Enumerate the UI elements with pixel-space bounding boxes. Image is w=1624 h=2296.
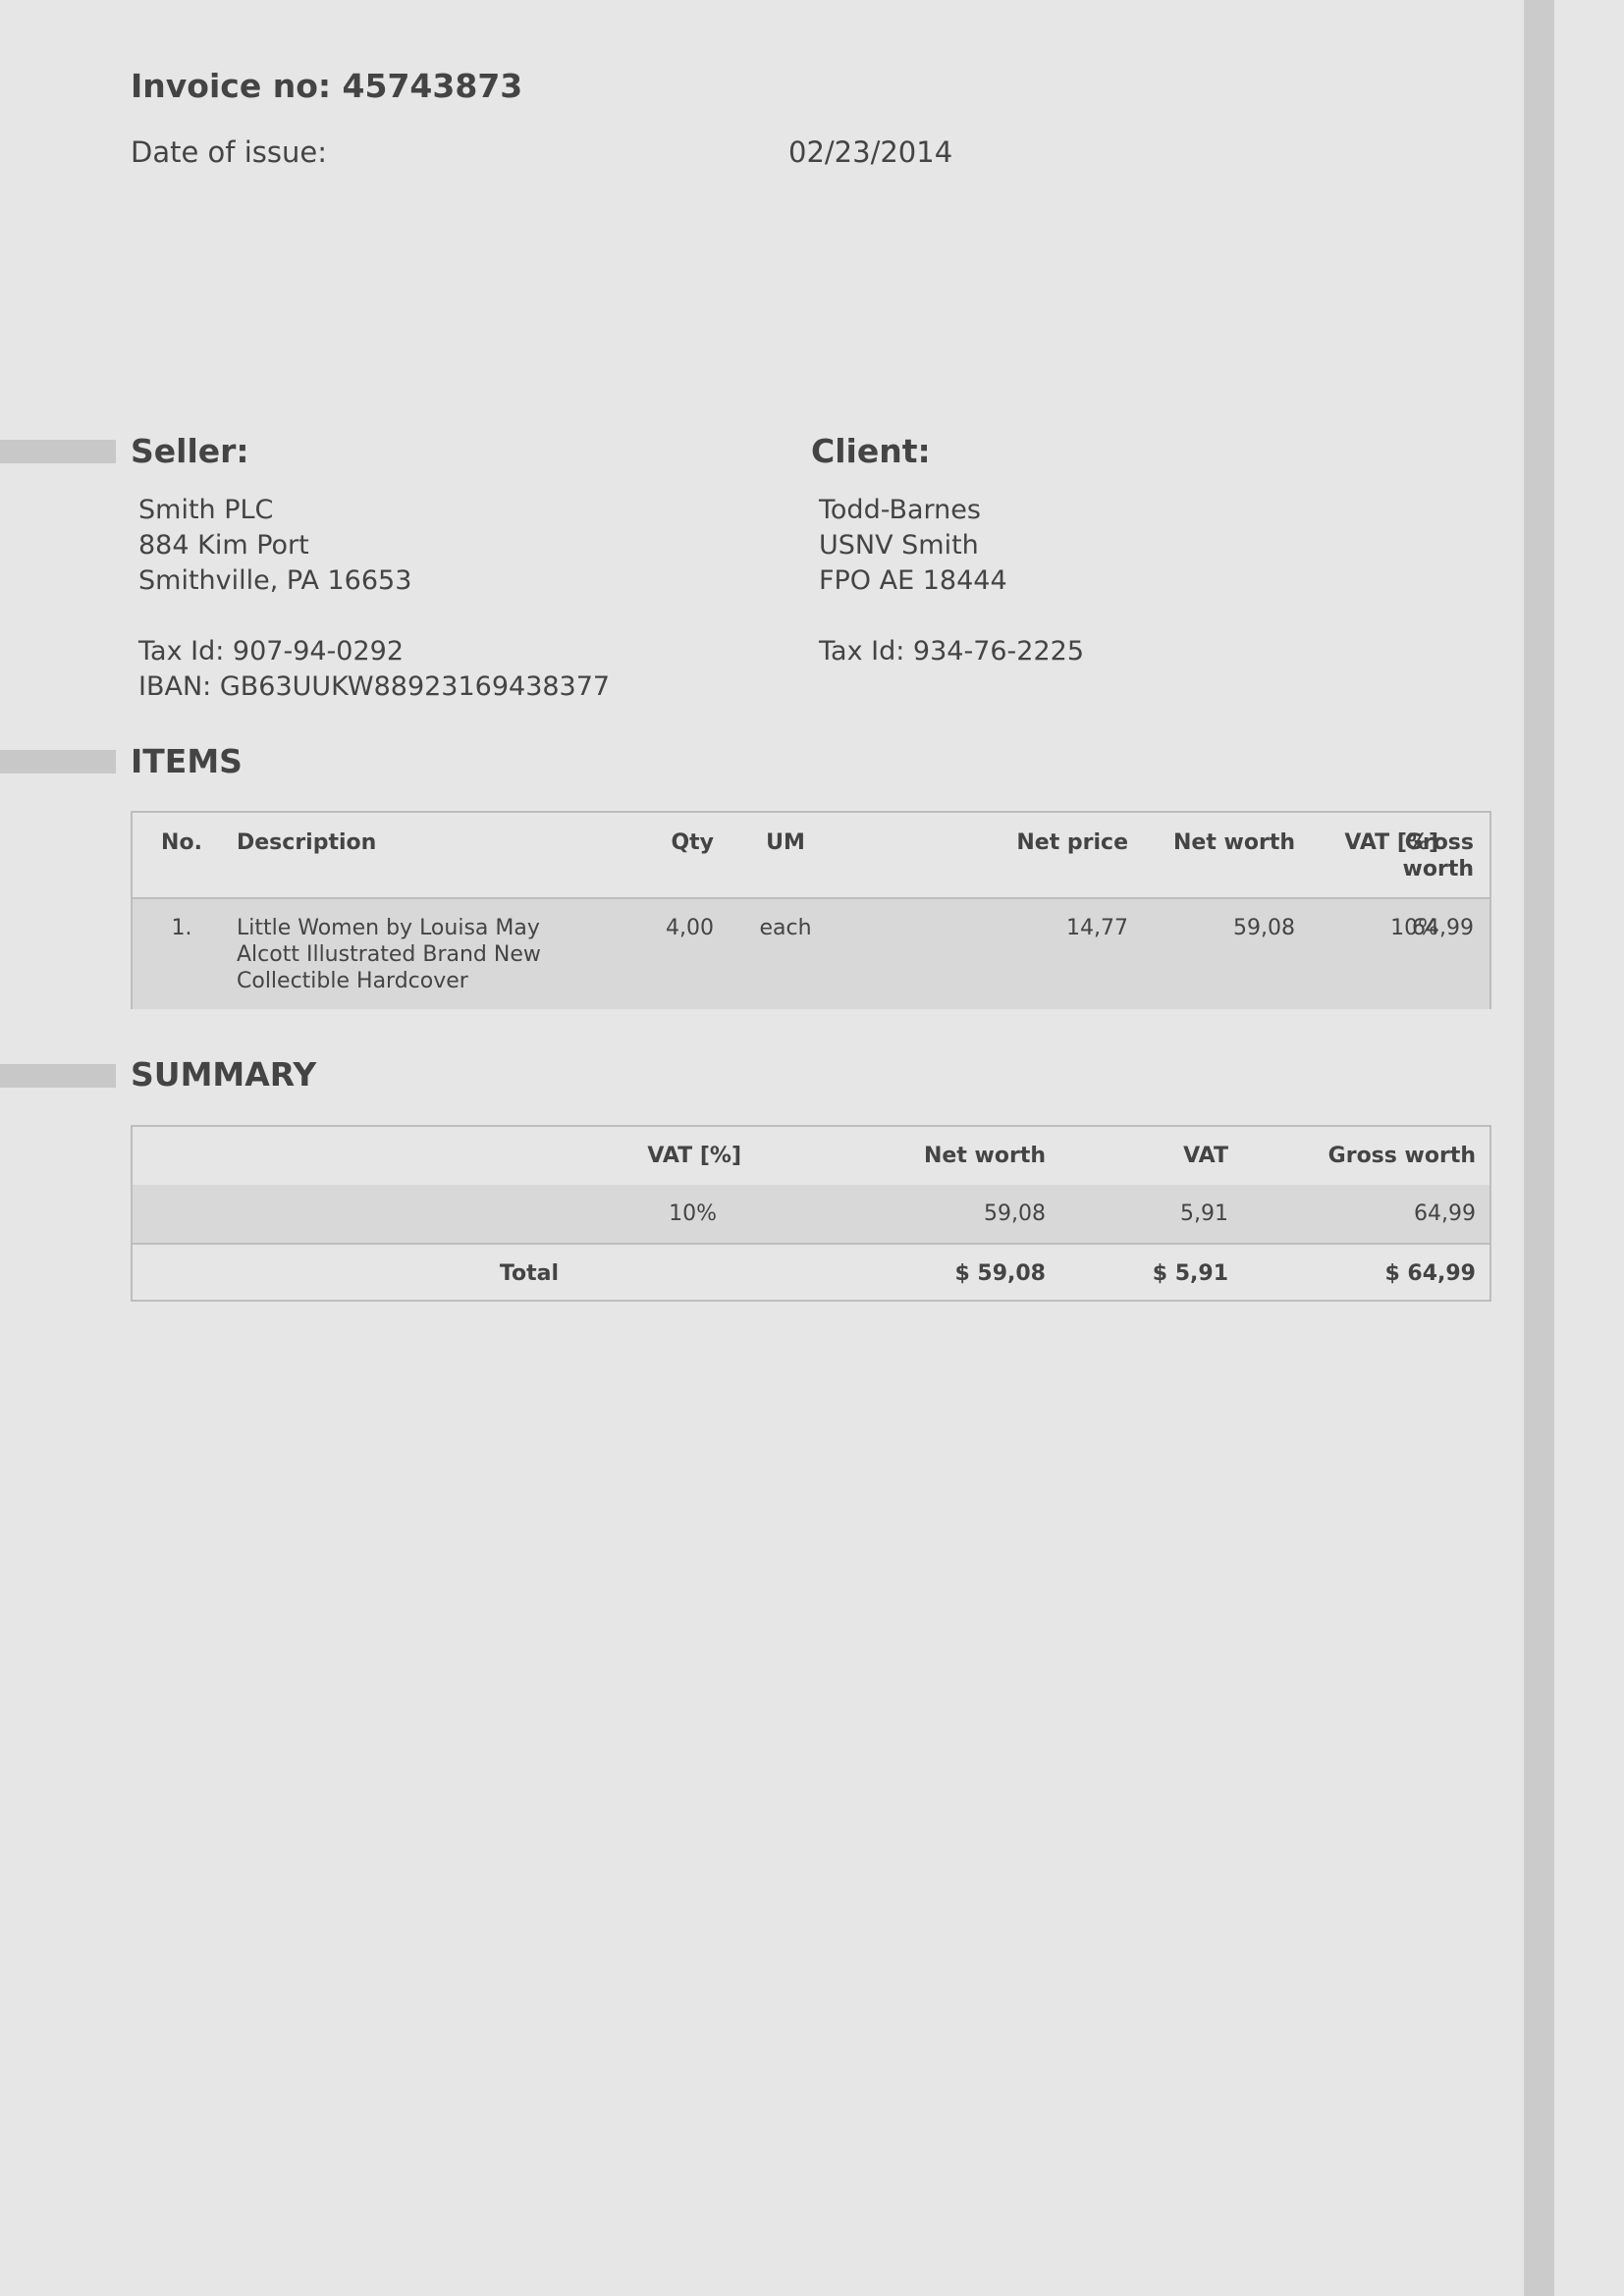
client-city: FPO AE 18444 [819,565,1007,596]
client-tax-id: Tax Id: 934-76-2225 [819,636,1084,667]
summary-vat: 5,91 [1180,1201,1228,1226]
items-title: ITEMS [131,742,243,780]
seller-spacer [138,599,610,634]
summary-vat-rate: 10% [669,1201,717,1226]
header-description: Description [237,830,377,855]
date-of-issue-label: Date of issue: [131,135,327,169]
seller-name: Smith PLC [138,495,274,525]
header-gross-worth-line2: worth [1402,857,1474,881]
header-no: No. [161,830,202,855]
items-header-row: No. Description Qty UM Net price Net wor… [133,813,1489,899]
client-details: Todd-Barnes USNV Smith FPO AE 18444 Tax … [819,493,1084,669]
header-um: UM [766,830,805,855]
summary-gross-worth: 64,99 [1414,1201,1476,1226]
table-row: 10% 59,08 5,91 64,99 [133,1185,1489,1243]
header-gross-worth: Gross worth [1311,829,1474,882]
summary-header-gross-worth: Gross worth [1327,1144,1476,1168]
client-spacer [819,599,1084,634]
summary-total-row: Total $ 59,08 $ 5,91 $ 64,99 [133,1243,1489,1301]
summary-title: SUMMARY [131,1055,317,1094]
summary-header-net-worth: Net worth [924,1144,1046,1168]
seller-title: Seller: [131,432,249,470]
items-section-marker [0,750,116,774]
seller-tax-id: Tax Id: 907-94-0292 [138,636,404,667]
summary-table: VAT [%] Net worth VAT Gross worth 10% 59… [131,1125,1491,1302]
seller-street: 884 Kim Port [138,530,309,561]
total-gross-worth: $ 64,99 [1384,1261,1476,1286]
summary-header-vat: VAT [1183,1144,1228,1168]
seller-section-marker [0,440,116,463]
seller-details: Smith PLC 884 Kim Port Smithville, PA 16… [138,493,610,705]
item-no: 1. [171,916,192,940]
summary-header-row: VAT [%] Net worth VAT Gross worth [133,1127,1489,1185]
header-qty: Qty [671,830,714,855]
item-description: Little Women by Louisa May Alcott Illust… [237,915,561,994]
table-row: 1. Little Women by Louisa May Alcott Ill… [133,899,1489,1009]
summary-header-vat-rate: VAT [%] [647,1144,741,1168]
right-edge-bar [1524,0,1554,2296]
client-name: Todd-Barnes [819,495,981,525]
total-label: Total [499,1261,559,1286]
items-table: No. Description Qty UM Net price Net wor… [131,811,1491,1009]
item-description-line: Little Women by Louisa May [237,916,540,940]
date-of-issue-value: 02/23/2014 [788,135,953,169]
item-gross-worth: 64,99 [1412,916,1474,940]
summary-net-worth: 59,08 [984,1201,1046,1226]
summary-section-marker [0,1064,116,1088]
header-gross-worth-line1: Gross [1404,830,1474,855]
item-description-line: Collectible Hardcover [237,969,468,993]
client-street: USNV Smith [819,530,979,561]
seller-city: Smithville, PA 16653 [138,565,412,596]
client-title: Client: [811,432,931,470]
item-description-line: Alcott Illustrated Brand New [237,942,541,967]
total-net-worth: $ 59,08 [954,1261,1046,1286]
total-vat: $ 5,91 [1152,1261,1228,1286]
item-um: each [759,916,812,940]
item-qty: 4,00 [666,916,714,940]
seller-iban: IBAN: GB63UUKW88923169438377 [138,671,611,702]
invoice-number: Invoice no: 45743873 [131,67,523,105]
